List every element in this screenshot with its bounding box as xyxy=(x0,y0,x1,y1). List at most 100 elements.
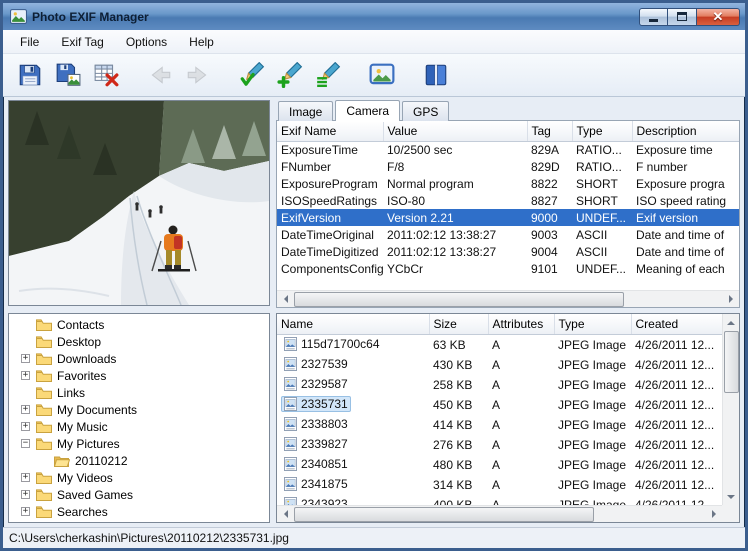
file-name-cell: 2335731 xyxy=(281,396,351,412)
column-header-description[interactable]: Description xyxy=(632,121,739,141)
tree-expander-plus-icon[interactable]: + xyxy=(21,507,30,516)
exif-row[interactable]: ExposureProgramNormal program8822SHORTEx… xyxy=(277,175,739,192)
table-delete-icon xyxy=(93,62,119,88)
file-row[interactable]: 2339827276 KBAJPEG Image4/26/2011 12... xyxy=(277,435,722,455)
add-tag-button[interactable] xyxy=(271,57,309,93)
menu-item-file[interactable]: File xyxy=(9,31,50,53)
cell-tag: 8827 xyxy=(527,192,572,209)
scrollbar-thumb[interactable] xyxy=(724,331,739,393)
file-row[interactable]: 2329587258 KBAJPEG Image4/26/2011 12... xyxy=(277,375,722,395)
image-viewer-button[interactable] xyxy=(363,57,401,93)
close-button[interactable]: ✕ xyxy=(697,8,740,26)
tree-item-favorites[interactable]: +Favorites xyxy=(9,367,269,384)
tree-item-20110212[interactable]: 20110212 xyxy=(9,452,269,469)
folder-icon xyxy=(36,437,52,450)
cell-value: Version 2.21 xyxy=(383,209,527,226)
delete-exif-button[interactable] xyxy=(87,57,125,93)
forward-button[interactable] xyxy=(179,57,217,93)
exif-row[interactable]: ExifVersionVersion 2.219000UNDEF...Exif … xyxy=(277,209,739,226)
jpeg-file-icon xyxy=(284,337,297,351)
cell-value: 2011:02:12 13:38:27 xyxy=(383,226,527,243)
column-header-exif-name[interactable]: Exif Name xyxy=(277,121,383,141)
tree-item-saved-games[interactable]: +Saved Games xyxy=(9,486,269,503)
file-row[interactable]: 2327539430 KBAJPEG Image4/26/2011 12... xyxy=(277,355,722,375)
cell-description: Meaning of each xyxy=(632,260,739,277)
status-path: C:\Users\cherkashin\Pictures\20110212\23… xyxy=(9,531,289,545)
tree-expander-plus-icon[interactable]: + xyxy=(21,490,30,499)
tree-item-searches[interactable]: + Searches xyxy=(9,503,269,520)
tree-expander-plus-icon[interactable]: + xyxy=(21,354,30,363)
file-row[interactable]: 115d71700c6463 KBAJPEG Image4/26/2011 12… xyxy=(277,334,722,355)
scroll-up-button[interactable] xyxy=(723,314,740,331)
column-header-name[interactable]: Name xyxy=(277,314,429,334)
back-button[interactable] xyxy=(141,57,179,93)
tree-item-links[interactable]: Links xyxy=(9,384,269,401)
tree-item-my-videos[interactable]: +My Videos xyxy=(9,469,269,486)
cell-attributes: A xyxy=(488,375,554,395)
tab-image[interactable]: Image xyxy=(278,101,333,121)
tree-item-downloads[interactable]: +Downloads xyxy=(9,350,269,367)
scrollbar-thumb[interactable] xyxy=(294,507,594,522)
tree-expander-plus-icon[interactable]: + xyxy=(21,422,30,431)
file-list-pane: NameSizeAttributesTypeCreated 115d71700c… xyxy=(276,313,740,523)
save-image-button[interactable] xyxy=(49,57,87,93)
scrollbar-thumb[interactable] xyxy=(294,292,624,307)
tree-item-my-music[interactable]: +My Music xyxy=(9,418,269,435)
tree-expander-minus-icon[interactable]: − xyxy=(21,439,30,448)
cell-size: 414 KB xyxy=(429,415,488,435)
tree-item-contacts[interactable]: Contacts xyxy=(9,316,269,333)
column-header-tag[interactable]: Tag xyxy=(527,121,572,141)
tree-item-my-pictures[interactable]: −My Pictures xyxy=(9,435,269,452)
exif-horizontal-scrollbar[interactable] xyxy=(277,290,739,307)
tab-camera[interactable]: Camera xyxy=(335,100,400,121)
cell-size: 258 KB xyxy=(429,375,488,395)
cell-value: Normal program xyxy=(383,175,527,192)
menu-item-options[interactable]: Options xyxy=(115,31,178,53)
exif-row[interactable]: FNumberF/8829DRATIO...F number xyxy=(277,158,739,175)
file-row[interactable]: 2340851480 KBAJPEG Image4/26/2011 12... xyxy=(277,455,722,475)
column-header-created[interactable]: Created xyxy=(631,314,722,334)
tree-expander-plus-icon[interactable]: + xyxy=(21,405,30,414)
tree-expander-plus-icon[interactable]: + xyxy=(21,473,30,482)
tag-list-button[interactable] xyxy=(309,57,347,93)
column-header-attributes[interactable]: Attributes xyxy=(488,314,554,334)
scroll-left-button[interactable] xyxy=(277,291,294,308)
menu-item-exif-tag[interactable]: Exif Tag xyxy=(50,31,114,53)
cell-type: ASCII xyxy=(572,243,632,260)
tree-item-desktop[interactable]: Desktop xyxy=(9,333,269,350)
scroll-left-button[interactable] xyxy=(277,506,294,523)
file-row[interactable]: 2335731450 KBAJPEG Image4/26/2011 12... xyxy=(277,395,722,415)
exif-row[interactable]: ComponentsConfig...YCbCr9101UNDEF...Mean… xyxy=(277,260,739,277)
exif-row[interactable]: DateTimeDigitized2011:02:12 13:38:279004… xyxy=(277,243,739,260)
minimize-button[interactable] xyxy=(639,8,668,26)
tab-gps[interactable]: GPS xyxy=(402,101,449,121)
exif-row[interactable]: ISOSpeedRatingsISO-808827SHORTISO speed … xyxy=(277,192,739,209)
column-header-size[interactable]: Size xyxy=(429,314,488,334)
maximize-button[interactable] xyxy=(668,8,697,26)
file-row[interactable]: 2338803414 KBAJPEG Image4/26/2011 12... xyxy=(277,415,722,435)
file-horizontal-scrollbar[interactable] xyxy=(277,505,722,522)
tree-item-my-documents[interactable]: +My Documents xyxy=(9,401,269,418)
scroll-down-button[interactable] xyxy=(723,488,740,505)
cell-name: 2339827 xyxy=(277,435,429,455)
file-vertical-scrollbar[interactable] xyxy=(722,314,739,505)
tree-item-label: Searches xyxy=(57,505,108,519)
tree-expander-plus-icon[interactable]: + xyxy=(21,371,30,380)
scroll-right-button[interactable] xyxy=(705,506,722,523)
column-header-type[interactable]: Type xyxy=(572,121,632,141)
jpeg-file-icon xyxy=(284,357,297,371)
scroll-right-button[interactable] xyxy=(722,291,739,308)
maximize-icon xyxy=(677,12,687,21)
exif-row[interactable]: DateTimeOriginal2011:02:12 13:38:279003A… xyxy=(277,226,739,243)
expander-spacer xyxy=(21,320,30,329)
exif-row[interactable]: ExposureTime10/2500 sec829ARATIO...Expos… xyxy=(277,141,739,158)
column-header-type[interactable]: Type xyxy=(554,314,631,334)
cell-type: JPEG Image xyxy=(554,415,631,435)
menu-item-help[interactable]: Help xyxy=(178,31,225,53)
save-button[interactable] xyxy=(11,57,49,93)
column-header-value[interactable]: Value xyxy=(383,121,527,141)
file-row[interactable]: 2341875314 KBAJPEG Image4/26/2011 12... xyxy=(277,475,722,495)
cell-size: 63 KB xyxy=(429,334,488,355)
edit-tag-check-button[interactable] xyxy=(233,57,271,93)
help-book-button[interactable] xyxy=(417,57,455,93)
